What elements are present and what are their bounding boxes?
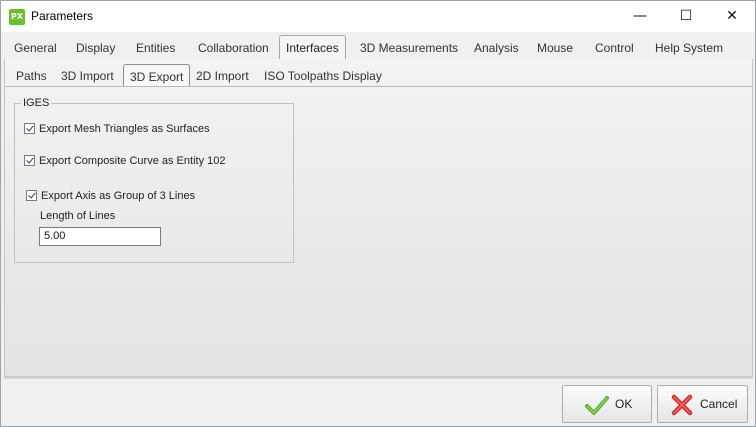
tab-general[interactable]: General [8,36,63,59]
main-tab-bar: General Display Entities Collaboration I… [2,35,754,60]
subtab-3d-import[interactable]: 3D Import [55,64,120,86]
subtab-3d-export[interactable]: 3D Export [123,64,191,87]
tab-display[interactable]: Display [70,36,121,59]
ok-button[interactable]: OK [562,385,652,423]
app-logo-icon: PX [9,9,25,25]
ok-button-label: OK [615,397,633,411]
close-button[interactable]: ✕ [709,1,755,31]
tab-help-system[interactable]: Help System [649,36,729,59]
subtab-paths[interactable]: Paths [10,64,53,86]
subtab-divider [5,86,752,87]
tab-interfaces[interactable]: Interfaces [279,35,346,60]
checkbox-label: Export Mesh Triangles as Surfaces [39,123,210,135]
maximize-icon: ☐ [679,8,693,24]
export-composite-curve-checkbox[interactable]: Export Composite Curve as Entity 102 [24,155,225,169]
tab-mouse[interactable]: Mouse [531,36,579,59]
tab-collaboration[interactable]: Collaboration [192,36,275,59]
minimize-icon: — [633,8,647,24]
checkbox-checked-icon[interactable] [24,123,35,134]
tab-control[interactable]: Control [589,36,640,59]
checkbox-checked-icon[interactable] [26,190,37,201]
cancel-button-label: Cancel [700,397,738,411]
tab-entities[interactable]: Entities [130,36,181,59]
tab-analysis[interactable]: Analysis [468,36,525,59]
window-title: Parameters [31,9,94,23]
length-of-lines-input[interactable]: 5.00 [39,227,161,246]
minimize-button[interactable]: — [617,1,663,31]
checkbox-label: Export Composite Curve as Entity 102 [39,155,226,167]
export-mesh-triangles-checkbox[interactable]: Export Mesh Triangles as Surfaces [24,123,210,137]
subtab-iso-toolpaths-display[interactable]: ISO Toolpaths Display [258,64,388,86]
cross-icon [671,394,693,416]
parameters-dialog: PX Parameters — ☐ ✕ General Display Enti… [0,0,756,427]
iges-group-title: IGES [21,97,52,109]
checkbox-checked-icon[interactable] [24,155,35,166]
cancel-button[interactable]: Cancel [657,385,748,423]
length-of-lines-label: Length of Lines [40,210,116,222]
close-icon: ✕ [726,8,738,24]
checkbox-label: Export Axis as Group of 3 Lines [41,190,196,202]
check-icon [585,396,609,415]
tab-3d-measurements[interactable]: 3D Measurements [354,36,464,59]
footer-divider [4,377,753,379]
title-bar: PX Parameters — ☐ ✕ [1,1,755,32]
export-axis-checkbox[interactable]: Export Axis as Group of 3 Lines [26,190,195,204]
maximize-button[interactable]: ☐ [663,1,709,31]
subtab-2d-import[interactable]: 2D Import [190,64,255,86]
